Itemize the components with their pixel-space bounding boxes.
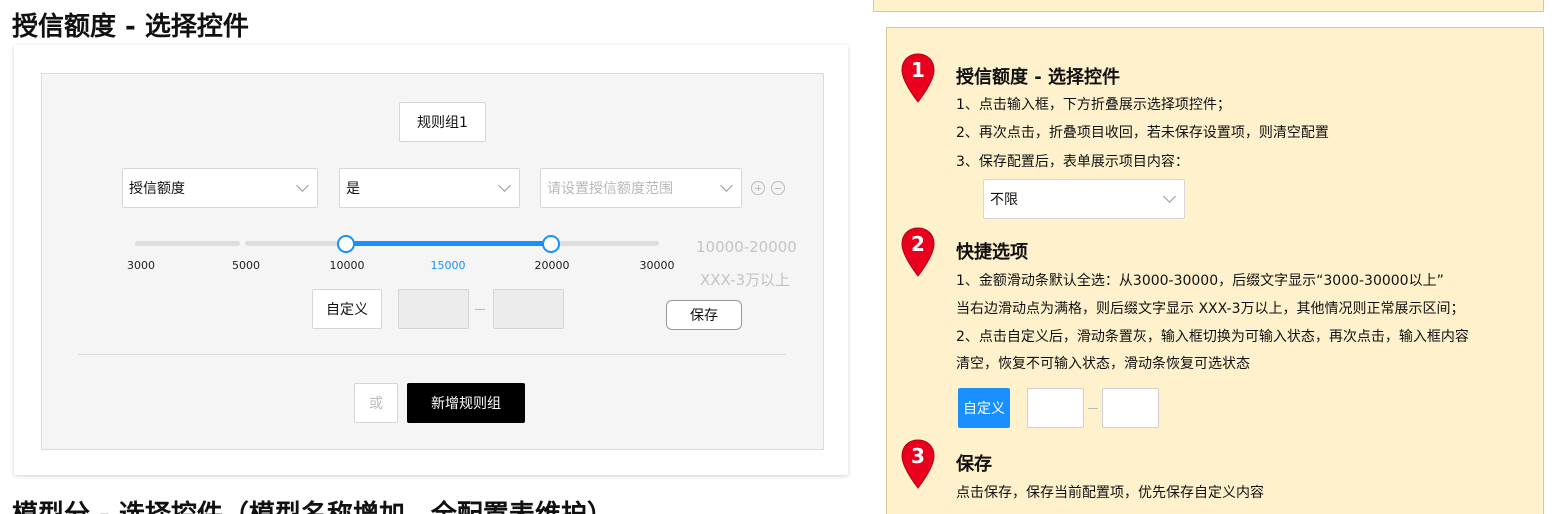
note-number: 3 xyxy=(911,444,925,468)
operator-select-value: 是 xyxy=(346,181,360,197)
remove-condition-icon[interactable] xyxy=(771,181,785,195)
example-select-value: 不限 xyxy=(990,192,1018,208)
field-select-value: 授信额度 xyxy=(129,181,185,197)
example-min-input xyxy=(1027,388,1084,428)
next-section-title: 模型分 - 选择控件（模型名称增加，全配置表维护） xyxy=(12,494,613,514)
slider-tick-label: 10000 xyxy=(329,259,365,272)
slider-suffix-range: 10000-20000 xyxy=(696,238,797,256)
range-select[interactable]: 请设置授信额度范围 xyxy=(540,168,742,208)
note-heading: 授信额度 - 选择控件 xyxy=(956,67,1121,88)
note-line: 1、金额滑动条默认全选：从3000-30000，后缀文字显示“3000-3000… xyxy=(956,273,1444,289)
chevron-down-icon xyxy=(296,179,309,192)
slider-suffix-max: XXX-3万以上 xyxy=(700,271,791,289)
note-line: 1、点击输入框，下方折叠展示选择项控件； xyxy=(956,97,1231,113)
field-select[interactable]: 授信额度 xyxy=(122,168,318,208)
save-button[interactable]: 保存 xyxy=(666,300,742,330)
previous-note-edge xyxy=(873,0,1544,12)
slider-tick-label-active: 15000 xyxy=(430,259,466,272)
note-line: 2、点击自定义后，滑动条置灰，输入框切换为可输入状态，再次点击，输入框内容 xyxy=(956,329,1469,345)
add-condition-icon[interactable] xyxy=(751,181,765,195)
or-button[interactable]: 或 xyxy=(354,383,398,423)
example-custom-button: 自定义 xyxy=(958,388,1010,428)
chevron-down-icon xyxy=(1163,190,1176,203)
map-pin-icon: 3 xyxy=(900,438,936,490)
custom-range-button[interactable]: 自定义 xyxy=(312,289,382,329)
example-select: 不限 xyxy=(983,179,1185,219)
add-rule-group-button[interactable]: 新增规则组 xyxy=(407,383,525,423)
slider-tick-label: 30000 xyxy=(639,259,675,272)
chevron-down-icon xyxy=(498,179,511,192)
range-max-input[interactable] xyxy=(493,289,564,329)
example-max-input xyxy=(1102,388,1159,428)
map-pin-icon: 1 xyxy=(900,52,936,104)
note-number: 2 xyxy=(911,232,925,256)
note-line: 3、保存配置后，表单展示项目内容： xyxy=(956,154,1189,170)
map-pin-icon: 2 xyxy=(900,226,936,278)
range-separator xyxy=(1088,408,1098,409)
slider-tick-label: 20000 xyxy=(534,259,570,272)
rule-group-tab[interactable]: 规则组1 xyxy=(399,102,486,142)
divider xyxy=(78,354,786,355)
note-line: 清空，恢复不可输入状态，滑动条恢复可选状态 xyxy=(956,356,1250,372)
slider-track-segment[interactable] xyxy=(135,241,240,246)
note-heading: 快捷选项 xyxy=(956,242,1028,263)
note-line: 当右边滑动点为满格，则后缀文字显示 XXX-3万以上，其他情况则正常展示区间； xyxy=(956,301,1465,317)
note-line: 点击保存，保存当前配置项，优先保存自定义内容 xyxy=(956,485,1264,501)
note-heading: 保存 xyxy=(956,454,992,475)
slider-handle-min[interactable] xyxy=(337,235,355,253)
slider-tick-label: 3000 xyxy=(127,259,155,272)
chevron-down-icon xyxy=(720,179,733,192)
page-title: 授信额度 - 选择控件 xyxy=(12,12,249,42)
slider-handle-max[interactable] xyxy=(542,235,560,253)
range-select-placeholder: 请设置授信额度范围 xyxy=(547,181,673,197)
note-number: 1 xyxy=(911,58,925,82)
note-line: 2、再次点击，折叠项目收回，若未保存设置项，则清空配置 xyxy=(956,125,1329,141)
slider-tick-label: 5000 xyxy=(232,259,260,272)
operator-select[interactable]: 是 xyxy=(339,168,520,208)
range-min-input[interactable] xyxy=(398,289,469,329)
range-separator xyxy=(475,309,485,310)
slider-selected-range xyxy=(346,241,551,246)
